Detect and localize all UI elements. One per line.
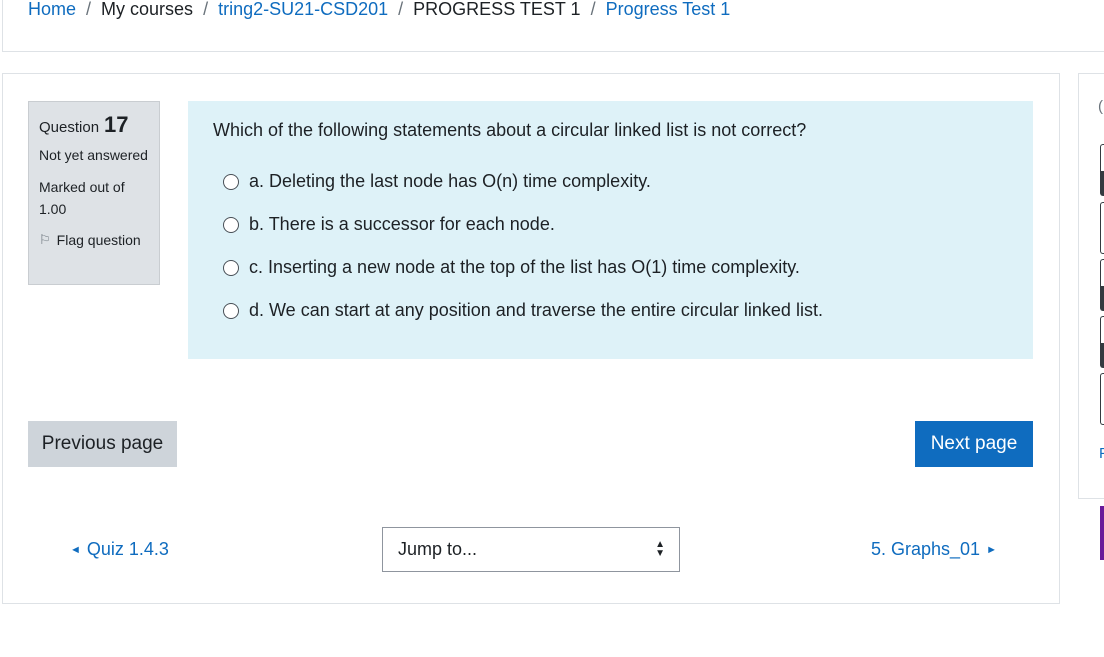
quiz-nav-button[interactable] — [1100, 144, 1104, 196]
breadcrumb-quiz[interactable]: Progress Test 1 — [606, 0, 731, 19]
breadcrumb-separator: / — [398, 0, 404, 19]
quiz-nav-button[interactable] — [1100, 202, 1104, 254]
question-state: Not yet answered — [39, 147, 148, 163]
question-number: Question 17 — [39, 112, 149, 138]
question-number-value: 17 — [104, 112, 129, 137]
answer-list: a. Deleting the last node has O(n) time … — [213, 160, 1008, 332]
breadcrumb-section: PROGRESS TEST 1 — [413, 0, 581, 19]
previous-page-button[interactable]: Previous page — [28, 421, 177, 467]
breadcrumb: Home / My courses / tring2-SU21-CSD201 /… — [28, 0, 730, 19]
updown-icon: ▲ ▼ — [655, 539, 665, 559]
jump-to-value: Jump to... — [398, 539, 478, 559]
radio-button[interactable] — [223, 302, 239, 319]
question-grade: Marked out of 1.00 — [39, 179, 125, 217]
radio-button[interactable] — [223, 259, 239, 276]
quiz-nav-button[interactable] — [1100, 373, 1104, 425]
question-label: Question — [39, 119, 100, 136]
quiz-nav-button[interactable] — [1100, 259, 1104, 311]
answer-label: b. There is a successor for each node. — [249, 214, 555, 234]
triangle-right-icon: ► — [986, 543, 997, 556]
sidebar-block-accent — [1100, 506, 1104, 560]
jump-to-select[interactable]: Jump to... ▲ ▼ — [382, 527, 680, 572]
answer-option-b[interactable]: b. There is a successor for each node. — [213, 203, 1008, 246]
radio-button[interactable] — [223, 216, 239, 233]
breadcrumb-my-courses[interactable]: My courses — [101, 0, 193, 19]
breadcrumb-course[interactable]: tring2-SU21-CSD201 — [218, 0, 388, 19]
quiz-nav-button[interactable] — [1100, 316, 1104, 368]
answer-option-a[interactable]: a. Deleting the last node has O(n) time … — [213, 160, 1008, 203]
next-page-button[interactable]: Next page — [915, 421, 1033, 467]
flag-question-button[interactable]: ⚐ Flag question — [39, 232, 149, 248]
flag-icon: ⚐ — [39, 232, 51, 247]
question-info-panel: Question 17 Not yet answered Marked out … — [28, 101, 160, 285]
previous-activity-label: Quiz 1.4.3 — [86, 539, 169, 559]
breadcrumb-separator: / — [590, 0, 596, 19]
question-text: Which of the following statements about … — [213, 120, 807, 140]
breadcrumb-separator: / — [203, 0, 209, 19]
previous-activity-link[interactable]: ◄ Quiz 1.4.3 — [64, 539, 169, 560]
next-activity-link[interactable]: 5. Graphs_01 ► — [871, 539, 1003, 560]
answer-label: a. Deleting the last node has O(n) time … — [249, 171, 651, 191]
breadcrumb-home[interactable]: Home — [28, 0, 76, 19]
quiz-nav-finish-link[interactable]: F — [1099, 445, 1104, 462]
answer-option-c[interactable]: c. Inserting a new node at the top of th… — [213, 246, 1008, 289]
answer-option-d[interactable]: d. We can start at any position and trav… — [213, 289, 1008, 332]
triangle-left-icon: ◄ — [70, 543, 81, 556]
radio-button[interactable] — [223, 173, 239, 190]
quiz-nav-title-fragment: ( — [1098, 98, 1103, 115]
answer-label: d. We can start at any position and trav… — [249, 300, 823, 320]
question-content: Which of the following statements about … — [188, 101, 1033, 359]
next-activity-label: 5. Graphs_01 — [871, 539, 981, 559]
answer-label: c. Inserting a new node at the top of th… — [249, 257, 800, 277]
breadcrumb-separator: / — [86, 0, 92, 19]
flag-question-label: Flag question — [56, 232, 141, 248]
